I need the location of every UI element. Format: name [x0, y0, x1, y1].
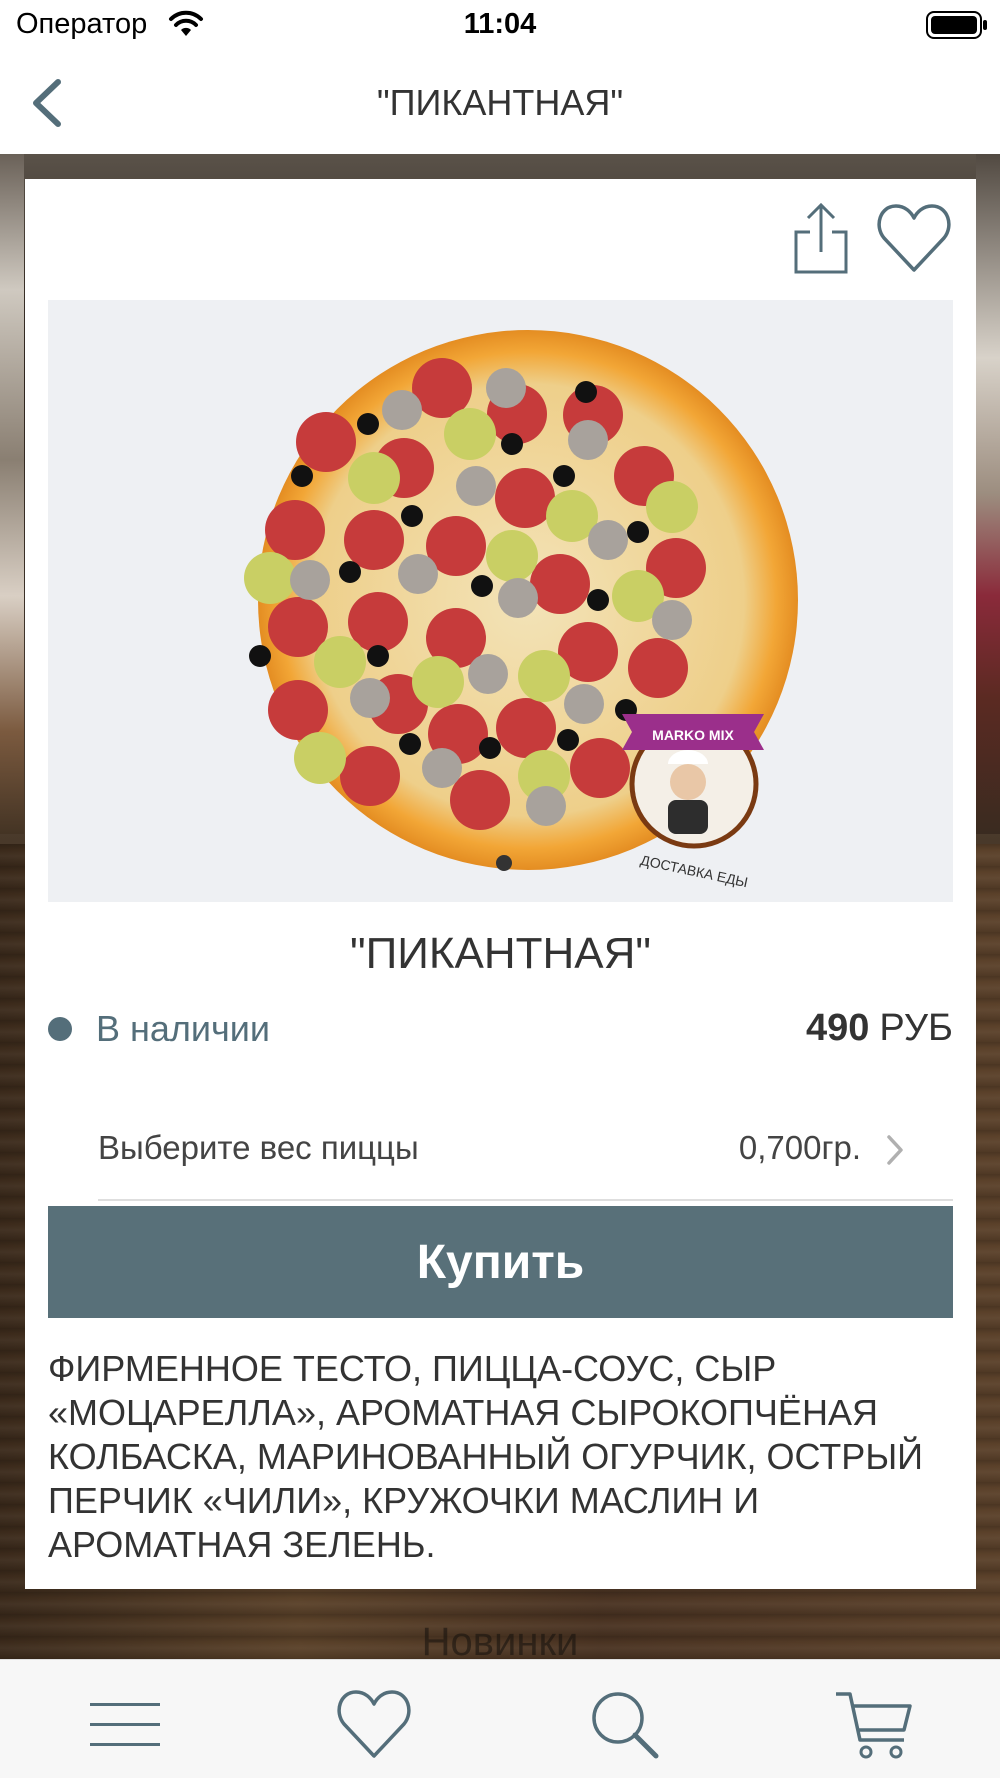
logo-badge: MARKO MIX ДОСТАВКА ЕДЫ — [622, 714, 764, 890]
tab-bar — [0, 1659, 1000, 1778]
price-amount: 490 — [806, 1007, 870, 1049]
product-title: "ПИКАНТНАЯ" — [349, 929, 652, 978]
background-left-edge — [0, 154, 24, 834]
page-title: "ПИКАНТНАЯ" — [376, 82, 624, 123]
heart-icon[interactable] — [876, 202, 952, 274]
cart-icon[interactable] — [834, 1690, 914, 1760]
price: 490 РУБ — [806, 1007, 953, 1050]
logo-caption: ДОСТАВКА ЕДЫ — [639, 852, 749, 890]
navigation-bar: "ПИКАНТНАЯ" — [0, 52, 1000, 154]
heart-icon[interactable] — [336, 1690, 412, 1760]
weight-value: 0,700гр. — [738, 1129, 861, 1166]
background-right-edge — [976, 154, 1000, 834]
availability-label: В наличии — [96, 1008, 271, 1049]
price-currency: РУБ — [879, 1007, 953, 1049]
clock: 11:04 — [463, 8, 537, 40]
weight-label: Выберите вес пиццы — [98, 1129, 419, 1166]
buy-button[interactable]: Купить — [48, 1206, 953, 1318]
search-icon[interactable] — [590, 1690, 662, 1760]
product-card: MARKO MIX ДОСТАВКА ЕДЫ "ПИКАНТНАЯ" В нал… — [25, 179, 976, 1589]
availability-status: В наличии — [48, 1005, 270, 1053]
image-page-indicator — [496, 855, 512, 871]
status-bar: Оператор 11:04 — [0, 0, 1000, 52]
product-image[interactable]: MARKO MIX ДОСТАВКА ЕДЫ — [48, 300, 953, 902]
battery-icon — [926, 10, 988, 45]
status-dot — [48, 1017, 72, 1041]
chevron-right-icon — [885, 1133, 905, 1167]
logo-ribbon-text: MARKO MIX — [652, 727, 734, 743]
weight-selector[interactable]: Выберите вес пиццы 0,700гр. — [98, 1099, 953, 1201]
product-description: ФИРМЕННОЕ ТЕСТО, ПИЦЦА-СОУС, СЫР «МОЦАРЕ… — [48, 1348, 924, 1565]
menu-icon[interactable] — [88, 1690, 162, 1760]
share-icon[interactable] — [790, 202, 852, 274]
